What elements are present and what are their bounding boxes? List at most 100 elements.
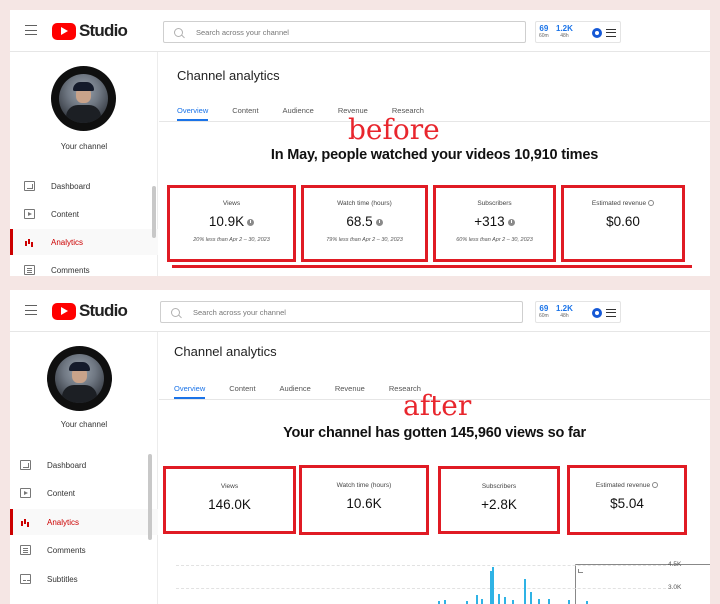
sidebar-item-content[interactable]: Content xyxy=(10,201,158,227)
tab-content[interactable]: Content xyxy=(229,384,255,399)
search-icon xyxy=(174,27,183,37)
sidebar: Your channel Dashboard Content Analytics… xyxy=(10,332,158,604)
chart-bar xyxy=(524,579,526,604)
chart-bar xyxy=(568,600,570,604)
metric-title: Watch time (hours) xyxy=(337,200,392,207)
chart-bar xyxy=(444,600,446,604)
metric-value: 10.9K xyxy=(170,214,293,229)
metric-card-views[interactable]: Views 10.9K 20% less than Apr 2 – 30, 20… xyxy=(167,185,296,262)
chart-bar xyxy=(498,594,500,604)
search-placeholder: Search across your channel xyxy=(196,27,289,37)
sidebar-item-label: Comments xyxy=(47,545,86,555)
tab-content[interactable]: Content xyxy=(232,106,258,121)
top-bar: Studio Search across your channel 69 60m… xyxy=(10,10,710,52)
metric-card-watch-time[interactable]: Watch time (hours) 68.5 79% less than Ap… xyxy=(301,185,428,262)
before-screenshot: Studio Search across your channel 69 60m… xyxy=(10,10,710,276)
metric-card-revenue[interactable]: Estimated revenue $5.04 xyxy=(567,465,687,535)
tab-audience[interactable]: Audience xyxy=(280,384,311,399)
metric-card-revenue[interactable]: Estimated revenue $0.60 xyxy=(561,185,685,262)
tab-audience[interactable]: Audience xyxy=(283,106,314,121)
menu-icon[interactable] xyxy=(25,305,37,315)
after-label: after xyxy=(403,389,472,422)
content-icon xyxy=(24,209,35,219)
search-input[interactable]: Search across your channel xyxy=(160,301,523,323)
y-tick-label: 4.5K xyxy=(668,561,682,568)
sidebar-scrollbar[interactable] xyxy=(152,186,156,238)
metric-title: Subscribers xyxy=(481,483,517,490)
metric-card-watch-time[interactable]: Watch time (hours) 10.6K xyxy=(299,465,429,535)
studio-logo[interactable]: Studio xyxy=(52,21,128,40)
more-menu-icon[interactable] xyxy=(606,309,616,317)
comments-icon xyxy=(20,545,31,555)
sidebar-item-comments[interactable]: Comments xyxy=(10,257,158,276)
search-input[interactable]: Search across your channel xyxy=(163,21,526,43)
chart-bar xyxy=(548,599,550,604)
tab-overview[interactable]: Overview xyxy=(177,106,209,121)
metric-card-subscribers[interactable]: Subscribers +313 60% less than Apr 2 – 3… xyxy=(433,185,556,262)
main-content: Channel analytics Overview Content Audie… xyxy=(159,52,710,276)
sidebar-item-dashboard[interactable]: Dashboard xyxy=(10,173,158,199)
metric-comparison: 79% less than Apr 2 – 30, 2023 xyxy=(326,237,403,243)
views-chart[interactable]: 4.5K 3.0K xyxy=(176,552,706,604)
metric-value: +2.8K xyxy=(481,497,517,512)
tab-overview[interactable]: Overview xyxy=(174,384,206,399)
sidebar-item-label: Analytics xyxy=(51,237,84,247)
sidebar-item-label: Analytics xyxy=(47,517,80,527)
metric-value: $0.60 xyxy=(606,214,640,229)
down-arrow-icon xyxy=(375,218,383,226)
metric-title: Estimated revenue xyxy=(564,200,682,207)
page-title: Channel analytics xyxy=(174,344,277,359)
stat-60m: 69 60m xyxy=(539,24,549,39)
search-placeholder: Search across your channel xyxy=(193,307,286,317)
sidebar-item-analytics[interactable]: Analytics xyxy=(10,229,158,255)
dashboard-icon xyxy=(24,181,35,191)
gridline xyxy=(176,565,666,566)
sidebar-item-subtitles[interactable]: Subtitles xyxy=(10,566,158,592)
down-arrow-icon xyxy=(507,218,515,226)
metric-title: Views xyxy=(222,200,241,207)
sidebar-item-analytics[interactable]: Analytics xyxy=(10,509,158,535)
channel-badge-icon[interactable] xyxy=(592,28,602,38)
chart-bar xyxy=(530,592,532,604)
menu-icon[interactable] xyxy=(25,25,37,35)
subtitles-icon xyxy=(20,574,31,584)
youtube-logo-icon xyxy=(52,302,76,320)
channel-badge-icon[interactable] xyxy=(592,308,602,318)
sidebar-item-comments[interactable]: Comments xyxy=(10,537,158,563)
metric-value: $5.04 xyxy=(610,496,644,511)
metric-value: +313 xyxy=(436,214,553,229)
sidebar-item-dashboard[interactable]: Dashboard xyxy=(10,452,158,478)
metric-value: 146.0K xyxy=(208,497,251,512)
metric-comparison: 60% less than Apr 2 – 30, 2023 xyxy=(456,237,533,243)
realtime-stats[interactable]: 69 60m 1.2K 48h xyxy=(535,301,710,604)
chart-bar xyxy=(492,567,494,604)
metric-title: Subscribers xyxy=(477,200,512,207)
avatar[interactable] xyxy=(47,346,112,411)
studio-logo[interactable]: Studio xyxy=(52,301,128,320)
metric-title: Views xyxy=(220,483,239,490)
logo-text: Studio xyxy=(79,301,128,320)
avatar[interactable] xyxy=(51,66,116,131)
tab-revenue[interactable]: Revenue xyxy=(335,384,365,399)
avatar-photo xyxy=(59,74,108,123)
realtime-stats[interactable]: 69 60m 1.2K 48h xyxy=(535,21,621,43)
metric-card-subscribers[interactable]: Subscribers +2.8K xyxy=(438,466,560,534)
logo-text: Studio xyxy=(79,21,128,40)
metric-value: 68.5 xyxy=(304,214,425,229)
sidebar-scrollbar[interactable] xyxy=(148,454,152,540)
youtube-logo-icon xyxy=(52,22,76,40)
top-bar: Studio Search across your channel 69 60m… xyxy=(10,290,710,604)
metric-card-views[interactable]: Views 146.0K xyxy=(163,466,296,534)
avatar-photo xyxy=(55,354,104,403)
chart-bar xyxy=(476,595,478,604)
page-title: Channel analytics xyxy=(177,68,280,83)
more-menu-icon[interactable] xyxy=(606,29,616,37)
your-channel-label: Your channel xyxy=(60,142,108,151)
chart-bar xyxy=(512,599,514,604)
your-channel-label: Your channel xyxy=(60,420,108,429)
before-label: before xyxy=(348,113,440,146)
headline: In May, people watched your videos 10,91… xyxy=(270,147,599,163)
gridline xyxy=(176,588,666,589)
sidebar-item-content[interactable]: Content xyxy=(10,480,158,506)
sidebar-item-label: Subtitles xyxy=(47,574,78,584)
